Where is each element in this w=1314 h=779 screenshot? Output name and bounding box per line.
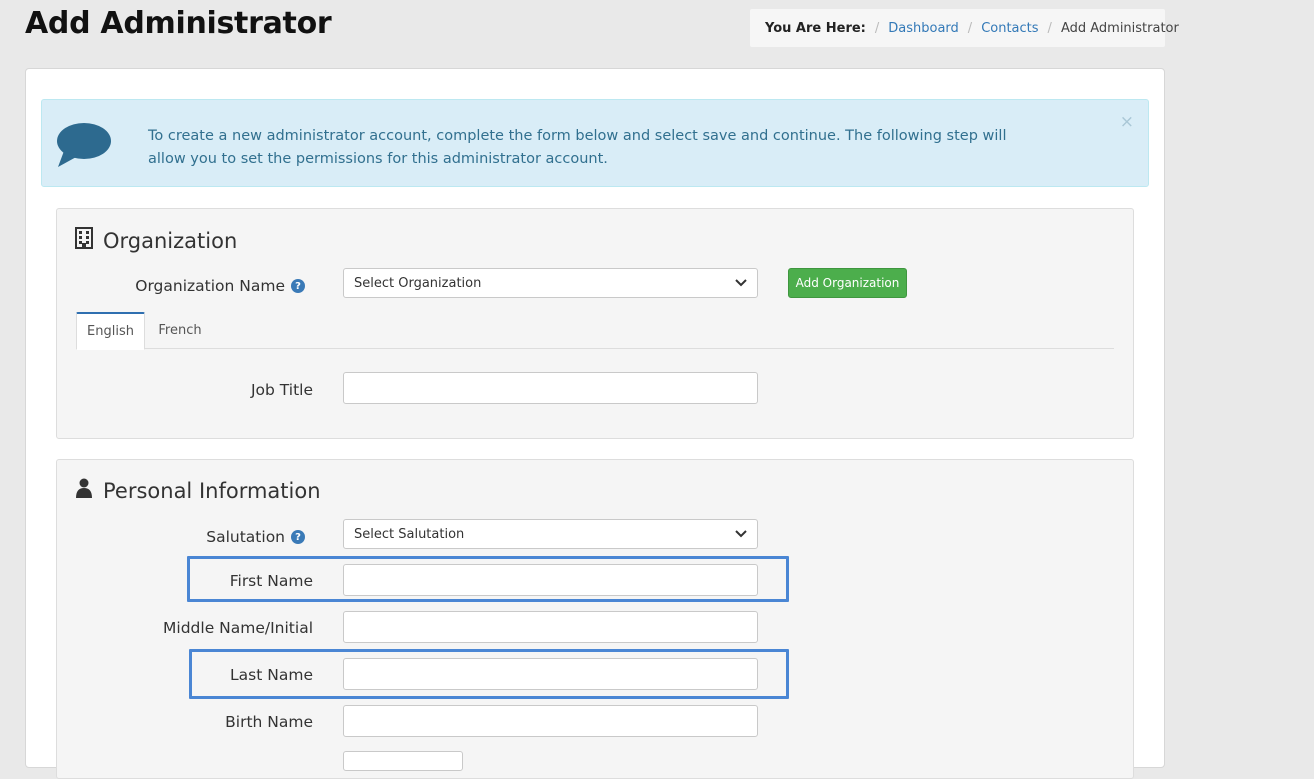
organization-heading: Organization [75,227,237,254]
speech-bubble-icon [56,122,112,172]
personal-info-panel: Personal Information Salutation ? Select… [56,459,1134,779]
birth-name-input[interactable] [343,705,758,737]
breadcrumb-separator: / [967,20,973,36]
breadcrumb-label: You Are Here: [765,20,866,36]
help-icon[interactable]: ? [291,530,305,544]
tab-french[interactable]: French [148,312,212,349]
info-alert: To create a new administrator account, c… [41,99,1149,187]
personal-info-heading: Personal Information [75,478,321,503]
alert-text: To create a new administrator account, c… [148,128,1007,167]
organization-select-value: Select Organization [354,275,482,291]
salutation-select[interactable]: Select Salutation [343,519,758,549]
help-icon[interactable]: ? [291,279,305,293]
organization-title: Organization [103,228,238,253]
job-title-label: Job Title [250,381,313,399]
birth-name-label: Birth Name [225,713,313,731]
form-card: To create a new administrator account, c… [25,68,1165,779]
personal-info-title: Personal Information [103,478,321,503]
salutation-select-value: Select Salutation [354,526,465,542]
breadcrumb-current: Add Administrator [1060,20,1179,36]
job-title-input[interactable] [343,372,758,404]
salutation-label-text: Salutation [206,528,285,546]
organization-name-label-text: Organization Name [135,277,285,295]
salutation-label: Salutation ? [206,524,305,550]
breadcrumb-contacts-link[interactable]: Contacts [981,21,1038,36]
building-icon [75,227,93,254]
breadcrumb-separator: / [874,20,880,36]
page-title: Add Administrator [25,6,332,41]
close-icon[interactable]: × [1120,112,1134,132]
organization-select[interactable]: Select Organization [343,268,758,298]
breadcrumb-dashboard-link[interactable]: Dashboard [888,21,959,36]
breadcrumb-separator: / [1047,20,1052,36]
last-name-label: Last Name [230,666,313,684]
middle-name-label: Middle Name/Initial [163,619,313,637]
first-name-input[interactable] [343,564,758,596]
language-tabs: English French [76,312,1114,350]
user-icon [75,478,93,503]
first-name-label: First Name [229,572,313,590]
organization-name-label: Organization Name ? [135,273,305,299]
chevron-down-icon [735,276,747,291]
organization-panel: Organization Organization Name ? Select … [56,208,1134,439]
breadcrumb: You Are Here: / Dashboard / Contacts / A… [750,9,1179,47]
middle-name-input[interactable] [343,611,758,643]
last-name-input[interactable] [343,658,758,690]
next-field-input[interactable] [343,751,463,771]
chevron-down-icon [735,527,747,542]
tab-english[interactable]: English [76,312,145,350]
add-organization-button[interactable]: Add Organization [788,268,907,298]
